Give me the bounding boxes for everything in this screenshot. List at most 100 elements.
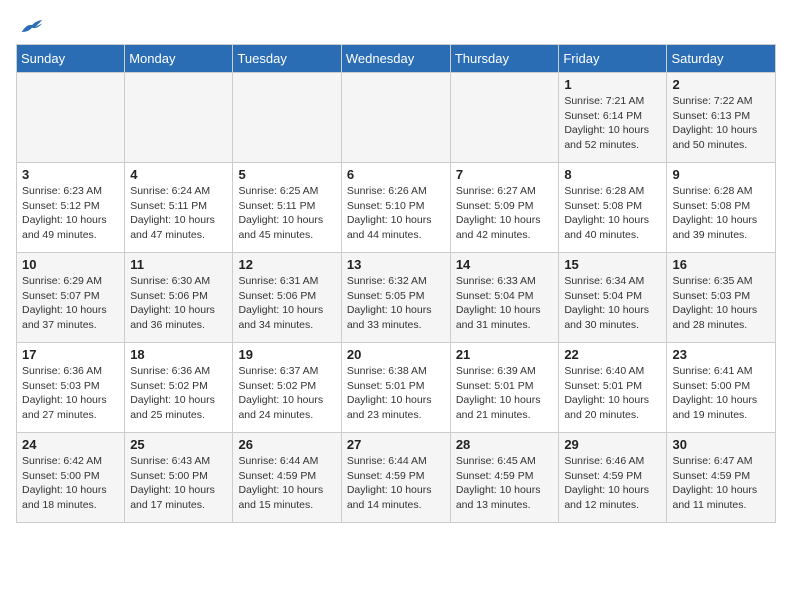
calendar-cell: 18 Sunrise: 6:36 AMSunset: 5:02 PMDaylig… <box>125 343 233 433</box>
day-number: 22 <box>564 347 661 362</box>
calendar-cell <box>17 73 125 163</box>
calendar-cell: 17 Sunrise: 6:36 AMSunset: 5:03 PMDaylig… <box>17 343 125 433</box>
calendar-cell: 25 Sunrise: 6:43 AMSunset: 5:00 PMDaylig… <box>125 433 233 523</box>
day-number: 3 <box>22 167 119 182</box>
day-info: Sunrise: 6:42 AMSunset: 5:00 PMDaylight:… <box>22 454 119 513</box>
day-number: 10 <box>22 257 119 272</box>
calendar-cell: 12 Sunrise: 6:31 AMSunset: 5:06 PMDaylig… <box>233 253 341 343</box>
day-number: 15 <box>564 257 661 272</box>
day-number: 29 <box>564 437 661 452</box>
day-number: 6 <box>347 167 445 182</box>
day-number: 5 <box>238 167 335 182</box>
day-info: Sunrise: 6:37 AMSunset: 5:02 PMDaylight:… <box>238 364 335 423</box>
day-number: 14 <box>456 257 554 272</box>
day-info: Sunrise: 6:23 AMSunset: 5:12 PMDaylight:… <box>22 184 119 243</box>
calendar-cell <box>233 73 341 163</box>
day-info: Sunrise: 6:29 AMSunset: 5:07 PMDaylight:… <box>22 274 119 333</box>
calendar-cell: 7 Sunrise: 6:27 AMSunset: 5:09 PMDayligh… <box>450 163 559 253</box>
calendar-cell: 11 Sunrise: 6:30 AMSunset: 5:06 PMDaylig… <box>125 253 233 343</box>
logo <box>16 16 44 36</box>
day-info: Sunrise: 6:32 AMSunset: 5:05 PMDaylight:… <box>347 274 445 333</box>
calendar-cell: 23 Sunrise: 6:41 AMSunset: 5:00 PMDaylig… <box>667 343 776 433</box>
day-info: Sunrise: 6:34 AMSunset: 5:04 PMDaylight:… <box>564 274 661 333</box>
weekday-header-friday: Friday <box>559 45 667 73</box>
day-number: 12 <box>238 257 335 272</box>
day-info: Sunrise: 6:43 AMSunset: 5:00 PMDaylight:… <box>130 454 227 513</box>
calendar-cell: 14 Sunrise: 6:33 AMSunset: 5:04 PMDaylig… <box>450 253 559 343</box>
weekday-header-monday: Monday <box>125 45 233 73</box>
calendar-cell: 22 Sunrise: 6:40 AMSunset: 5:01 PMDaylig… <box>559 343 667 433</box>
day-number: 19 <box>238 347 335 362</box>
day-number: 4 <box>130 167 227 182</box>
weekday-header-sunday: Sunday <box>17 45 125 73</box>
day-number: 17 <box>22 347 119 362</box>
day-info: Sunrise: 6:38 AMSunset: 5:01 PMDaylight:… <box>347 364 445 423</box>
day-number: 9 <box>672 167 770 182</box>
day-number: 20 <box>347 347 445 362</box>
day-info: Sunrise: 6:44 AMSunset: 4:59 PMDaylight:… <box>238 454 335 513</box>
calendar-cell: 29 Sunrise: 6:46 AMSunset: 4:59 PMDaylig… <box>559 433 667 523</box>
day-number: 13 <box>347 257 445 272</box>
day-number: 11 <box>130 257 227 272</box>
day-info: Sunrise: 6:26 AMSunset: 5:10 PMDaylight:… <box>347 184 445 243</box>
calendar-cell: 10 Sunrise: 6:29 AMSunset: 5:07 PMDaylig… <box>17 253 125 343</box>
calendar-cell: 8 Sunrise: 6:28 AMSunset: 5:08 PMDayligh… <box>559 163 667 253</box>
calendar-week-row: 3 Sunrise: 6:23 AMSunset: 5:12 PMDayligh… <box>17 163 776 253</box>
calendar-cell: 6 Sunrise: 6:26 AMSunset: 5:10 PMDayligh… <box>341 163 450 253</box>
day-info: Sunrise: 6:41 AMSunset: 5:00 PMDaylight:… <box>672 364 770 423</box>
calendar-cell: 13 Sunrise: 6:32 AMSunset: 5:05 PMDaylig… <box>341 253 450 343</box>
calendar-cell <box>341 73 450 163</box>
calendar-cell: 1 Sunrise: 7:21 AMSunset: 6:14 PMDayligh… <box>559 73 667 163</box>
day-number: 2 <box>672 77 770 92</box>
calendar-cell: 27 Sunrise: 6:44 AMSunset: 4:59 PMDaylig… <box>341 433 450 523</box>
calendar-cell: 19 Sunrise: 6:37 AMSunset: 5:02 PMDaylig… <box>233 343 341 433</box>
day-number: 28 <box>456 437 554 452</box>
calendar-week-row: 24 Sunrise: 6:42 AMSunset: 5:00 PMDaylig… <box>17 433 776 523</box>
calendar-cell: 5 Sunrise: 6:25 AMSunset: 5:11 PMDayligh… <box>233 163 341 253</box>
day-info: Sunrise: 6:27 AMSunset: 5:09 PMDaylight:… <box>456 184 554 243</box>
day-number: 24 <box>22 437 119 452</box>
calendar-table: SundayMondayTuesdayWednesdayThursdayFrid… <box>16 44 776 523</box>
day-info: Sunrise: 6:40 AMSunset: 5:01 PMDaylight:… <box>564 364 661 423</box>
page-header <box>16 16 776 36</box>
calendar-cell: 20 Sunrise: 6:38 AMSunset: 5:01 PMDaylig… <box>341 343 450 433</box>
day-number: 18 <box>130 347 227 362</box>
weekday-header-thursday: Thursday <box>450 45 559 73</box>
calendar-cell: 26 Sunrise: 6:44 AMSunset: 4:59 PMDaylig… <box>233 433 341 523</box>
day-info: Sunrise: 6:36 AMSunset: 5:03 PMDaylight:… <box>22 364 119 423</box>
calendar-cell: 3 Sunrise: 6:23 AMSunset: 5:12 PMDayligh… <box>17 163 125 253</box>
weekday-header-wednesday: Wednesday <box>341 45 450 73</box>
day-info: Sunrise: 6:28 AMSunset: 5:08 PMDaylight:… <box>672 184 770 243</box>
day-info: Sunrise: 6:31 AMSunset: 5:06 PMDaylight:… <box>238 274 335 333</box>
calendar-cell <box>125 73 233 163</box>
day-info: Sunrise: 6:39 AMSunset: 5:01 PMDaylight:… <box>456 364 554 423</box>
calendar-cell: 4 Sunrise: 6:24 AMSunset: 5:11 PMDayligh… <box>125 163 233 253</box>
day-number: 25 <box>130 437 227 452</box>
day-number: 16 <box>672 257 770 272</box>
day-info: Sunrise: 6:24 AMSunset: 5:11 PMDaylight:… <box>130 184 227 243</box>
day-info: Sunrise: 6:46 AMSunset: 4:59 PMDaylight:… <box>564 454 661 513</box>
day-info: Sunrise: 6:30 AMSunset: 5:06 PMDaylight:… <box>130 274 227 333</box>
calendar-cell: 24 Sunrise: 6:42 AMSunset: 5:00 PMDaylig… <box>17 433 125 523</box>
calendar-week-row: 17 Sunrise: 6:36 AMSunset: 5:03 PMDaylig… <box>17 343 776 433</box>
calendar-cell <box>450 73 559 163</box>
logo-bird-icon <box>20 16 44 36</box>
calendar-cell: 28 Sunrise: 6:45 AMSunset: 4:59 PMDaylig… <box>450 433 559 523</box>
day-info: Sunrise: 6:25 AMSunset: 5:11 PMDaylight:… <box>238 184 335 243</box>
day-info: Sunrise: 7:21 AMSunset: 6:14 PMDaylight:… <box>564 94 661 153</box>
weekday-header-row: SundayMondayTuesdayWednesdayThursdayFrid… <box>17 45 776 73</box>
calendar-cell: 30 Sunrise: 6:47 AMSunset: 4:59 PMDaylig… <box>667 433 776 523</box>
day-number: 21 <box>456 347 554 362</box>
calendar-cell: 21 Sunrise: 6:39 AMSunset: 5:01 PMDaylig… <box>450 343 559 433</box>
weekday-header-tuesday: Tuesday <box>233 45 341 73</box>
day-number: 1 <box>564 77 661 92</box>
day-info: Sunrise: 6:47 AMSunset: 4:59 PMDaylight:… <box>672 454 770 513</box>
day-number: 23 <box>672 347 770 362</box>
day-info: Sunrise: 6:28 AMSunset: 5:08 PMDaylight:… <box>564 184 661 243</box>
calendar-cell: 15 Sunrise: 6:34 AMSunset: 5:04 PMDaylig… <box>559 253 667 343</box>
day-number: 26 <box>238 437 335 452</box>
day-info: Sunrise: 6:45 AMSunset: 4:59 PMDaylight:… <box>456 454 554 513</box>
day-number: 27 <box>347 437 445 452</box>
day-info: Sunrise: 6:44 AMSunset: 4:59 PMDaylight:… <box>347 454 445 513</box>
day-number: 7 <box>456 167 554 182</box>
